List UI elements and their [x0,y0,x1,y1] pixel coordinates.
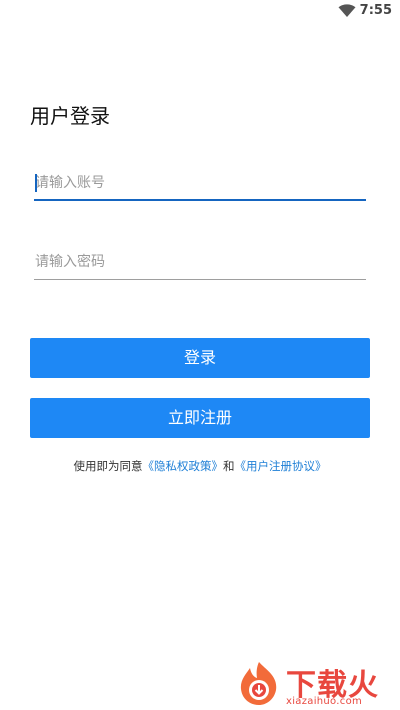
password-field[interactable] [34,244,366,280]
agreement-text: 使用即为同意《隐私权政策》和《用户注册协议》 [0,458,400,474]
privacy-policy-link[interactable]: 《隐私权政策》 [143,459,224,473]
password-input[interactable] [34,244,366,280]
agreement-prefix: 使用即为同意 [73,459,143,473]
text-caret [35,174,37,192]
wifi-icon [338,4,356,17]
status-time: 7:55 [359,3,392,18]
password-underline [34,279,366,280]
account-input[interactable] [34,165,366,201]
watermark-url: xiazaihuo.com [286,696,363,707]
account-field[interactable] [34,165,366,201]
register-button[interactable]: 立即注册 [30,398,370,438]
login-button[interactable]: 登录 [30,338,370,378]
user-agreement-link[interactable]: 《用户注册协议》 [235,459,327,473]
status-bar: 7:55 [0,0,400,24]
flame-download-icon [240,662,277,705]
account-underline [34,199,366,201]
agreement-conjunction: 和 [223,459,235,473]
page-title: 用户登录 [30,104,110,128]
watermark-logo: 下载火 xiazaihuo.com [236,658,396,710]
